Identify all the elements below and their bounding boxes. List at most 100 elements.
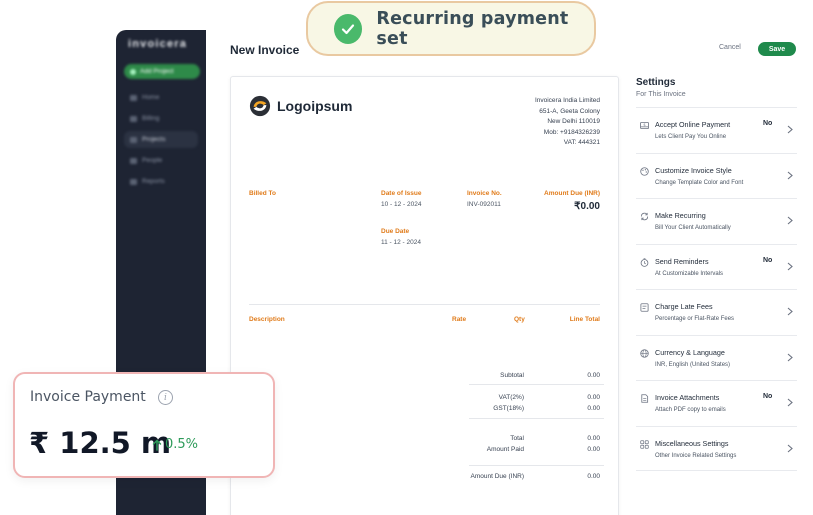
chevron-right-icon [787, 444, 793, 452]
payment-icon: $ [640, 121, 649, 130]
sidebar-item-label: Reports [142, 178, 165, 185]
logo-text: Logoipsum [277, 98, 353, 114]
chevron-right-icon [787, 353, 793, 361]
gst-value: 0.00 [587, 405, 600, 412]
setting-description: Percentage or Flat-Rate Fees [655, 316, 735, 322]
company-address: Invoicera India Limited 651-A, Geeta Col… [535, 96, 600, 149]
save-button[interactable]: Save [758, 42, 796, 56]
sidebar-item-label: Home [142, 94, 160, 101]
setting-name: Accept Online Payment [655, 120, 731, 129]
gst-label: GST(18%) [493, 405, 524, 412]
vat-value: 0.00 [587, 394, 600, 401]
company-name: Invoicera India Limited [534, 97, 600, 104]
company-logo: Logoipsum [249, 95, 352, 117]
setting-description: Bill Your Client Automatically [655, 225, 731, 231]
sidebar-item-reports[interactable]: Reports [124, 173, 198, 190]
page-title: New Invoice [230, 43, 300, 57]
sidebar-item-label: Billing [142, 115, 160, 122]
folder-icon [130, 136, 137, 143]
chevron-right-icon [787, 216, 793, 225]
setting-make-recurring[interactable]: Make Recurring Bill Your Client Automati… [636, 198, 797, 244]
company-vat: VAT: 444321 [563, 139, 600, 146]
people-icon [130, 157, 137, 164]
billing-icon [130, 115, 137, 122]
setting-charge-late-fees[interactable]: Charge Late Fees Percentage or Flat-Rate… [636, 289, 797, 335]
arrow-up-icon [152, 438, 162, 451]
subtotal-label: Subtotal [500, 372, 524, 379]
setting-name: Miscellaneous Settings [655, 438, 729, 448]
total-value: 0.00 [587, 435, 600, 442]
plus-icon [130, 68, 136, 75]
setting-send-reminders[interactable]: Send Reminders No At Customizable Interv… [636, 243, 797, 290]
add-project-button[interactable]: Add Project [124, 64, 200, 79]
amount-due-total-label: Amount Due (INR) [470, 473, 524, 480]
sidebar-item-label: Projects [142, 136, 166, 143]
sidebar-item-label: People [142, 157, 163, 164]
settings-title: Settings [636, 77, 676, 88]
divider [469, 465, 604, 466]
amount-paid-value: 0.00 [587, 446, 600, 453]
settings-list: $ Accept Online Payment No Lets Client P… [636, 107, 797, 471]
sidebar-item-people[interactable]: People [124, 152, 198, 169]
column-rate: Rate [452, 316, 467, 323]
payment-card-title: Invoice Payment [30, 389, 146, 405]
chevron-right-icon [787, 262, 793, 270]
setting-name: Customize Invoice Style [655, 165, 732, 175]
due-date-value[interactable]: 11 - 12 - 2024 [381, 239, 421, 246]
chevron-right-icon [787, 125, 793, 134]
setting-currency-language[interactable]: Currency & Language INR, English (United… [636, 334, 797, 381]
recurring-payment-toast: Recurring payment set [306, 1, 596, 56]
logo-mark-icon [249, 95, 271, 117]
check-icon [334, 13, 363, 44]
setting-description: Change Template Color and Font [655, 179, 744, 186]
setting-accept-online-payment[interactable]: $ Accept Online Payment No Lets Client P… [636, 107, 797, 153]
payment-amount: ₹ 12.5 m [29, 426, 172, 460]
date-of-issue-value[interactable]: 10 - 12 - 2024 [381, 201, 421, 208]
company-address-line: New Delhi 110019 [547, 118, 600, 125]
setting-invoice-attachments[interactable]: Invoice Attachments No Attach PDF copy t… [636, 380, 797, 426]
setting-status: No [763, 256, 773, 264]
sidebar-item-home[interactable]: Home [124, 89, 198, 106]
due-date-label: Due Date [381, 228, 410, 235]
sidebar-logo: invoicera [128, 38, 188, 50]
setting-customize-invoice-style[interactable]: Customize Invoice Style Change Template … [636, 152, 797, 199]
column-qty: Qty [514, 316, 525, 323]
setting-miscellaneous[interactable]: Miscellaneous Settings Other Invoice Rel… [636, 425, 797, 471]
invoice-no-label: Invoice No. [467, 190, 502, 197]
total-label: Total [510, 435, 524, 442]
amount-due-total-value: 0.00 [587, 473, 600, 480]
repeat-icon [640, 212, 649, 221]
setting-name: Make Recurring [655, 211, 706, 220]
date-of-issue-label: Date of Issue [381, 190, 422, 197]
setting-description: At Customizable Intervals [655, 270, 724, 277]
divider [249, 304, 600, 305]
chevron-right-icon [787, 171, 793, 179]
info-icon[interactable]: i [158, 390, 173, 405]
setting-name: Charge Late Fees [655, 302, 713, 311]
invoice-no-value[interactable]: INV-092011 [467, 201, 501, 208]
vat-label: VAT(2%) [498, 394, 524, 401]
setting-name: Invoice Attachments [655, 393, 720, 402]
setting-status: No [763, 120, 773, 127]
amount-due-label: Amount Due (INR) [544, 190, 600, 197]
palette-icon [640, 166, 649, 176]
divider [469, 384, 604, 385]
company-mobile: Mob: +9184326239 [543, 128, 600, 136]
sidebar-item-billing[interactable]: Billing [124, 110, 198, 127]
settings-subtitle: For This Invoice [636, 91, 686, 98]
chevron-right-icon [787, 398, 793, 407]
setting-description: INR, English (United States) [655, 361, 731, 368]
payment-change: 0.5% [152, 437, 198, 452]
chevron-right-icon [787, 307, 793, 316]
column-description: Description [249, 316, 285, 323]
settings-icon [640, 439, 649, 449]
divider [469, 418, 604, 419]
sidebar-item-projects[interactable]: Projects [124, 131, 198, 148]
cancel-button[interactable]: Cancel [719, 44, 741, 51]
setting-status: No [763, 393, 773, 400]
fee-icon [640, 303, 649, 312]
amount-due-value: ₹0.00 [574, 201, 600, 212]
chart-icon [130, 178, 137, 185]
home-icon [130, 94, 137, 101]
attachment-icon [641, 394, 649, 403]
